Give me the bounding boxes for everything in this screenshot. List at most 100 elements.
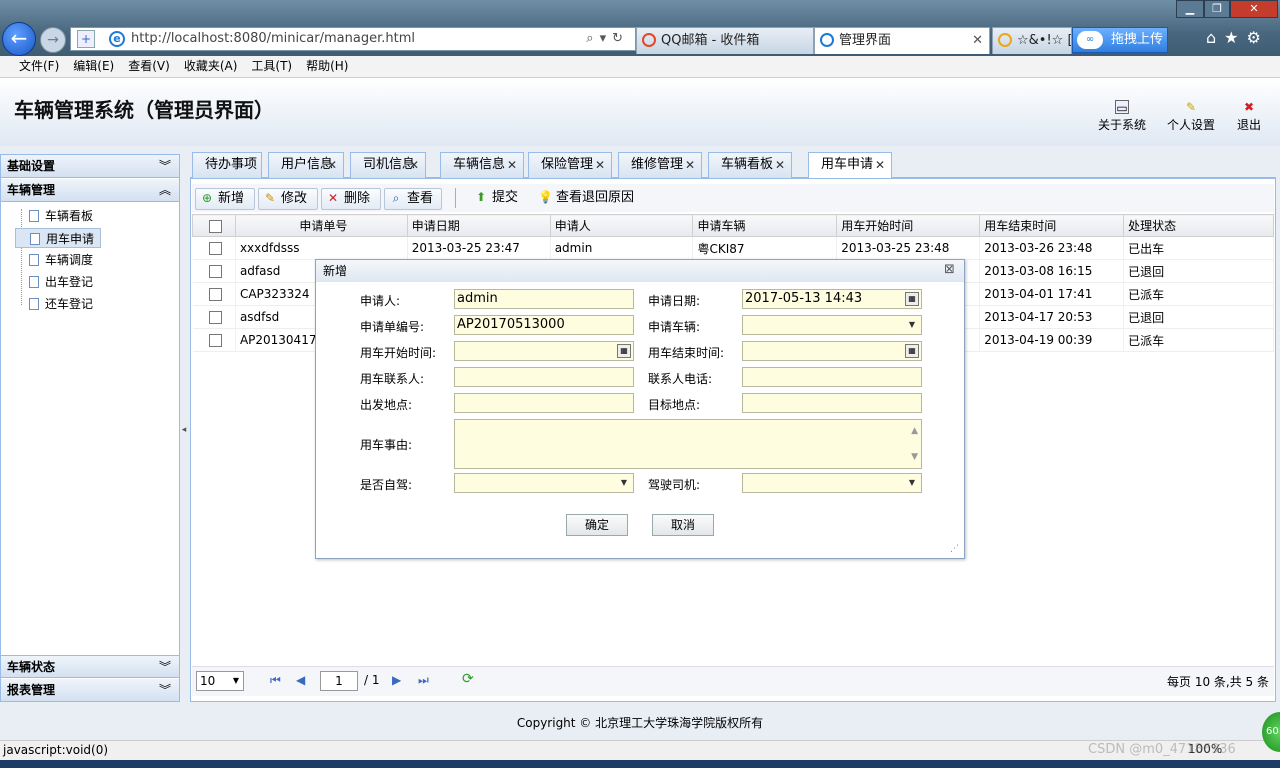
address-url[interactable]: http://localhost:8080/minicar/manager.ht… [131, 31, 415, 46]
tab-driver-info[interactable]: 司机信息 ✕ [350, 152, 426, 178]
menu-file[interactable]: 文件(F) [12, 56, 66, 77]
browser-tab-manager[interactable]: 管理界面 ✕ [814, 27, 990, 54]
menu-help[interactable]: 帮助(H) [299, 56, 355, 77]
applicant-field[interactable]: admin [454, 289, 634, 309]
chevron-down-icon[interactable]: ︾ [159, 656, 171, 678]
menu-edit[interactable]: 编辑(E) [66, 56, 121, 77]
edit-button[interactable]: ✎ 修改 [258, 188, 318, 210]
calendar-icon[interactable]: ▦ [617, 344, 631, 358]
confirm-button[interactable]: 确定 [566, 514, 628, 536]
select-all-header[interactable] [192, 214, 236, 237]
browser-top-icons[interactable]: ⌂★⚙ [1206, 28, 1276, 50]
personal-settings-button[interactable]: ✎ 个人设置 [1164, 100, 1218, 133]
row-select[interactable] [192, 328, 236, 352]
column-header[interactable]: 申请人 [549, 214, 694, 237]
minimize-icon[interactable]: ▁ [1176, 0, 1204, 18]
tab-insurance[interactable]: 保险管理 ✕ [528, 152, 612, 178]
logout-button[interactable]: ✖ 退出 [1234, 100, 1264, 133]
start-time-field[interactable]: ▦ [454, 341, 634, 361]
departure-field[interactable] [454, 393, 634, 413]
menu-tools[interactable]: 工具(T) [244, 56, 299, 77]
next-page-icon[interactable]: ▶ [392, 673, 401, 687]
close-icon[interactable]: ✕ [409, 153, 419, 177]
sidebar-item-vehicle-board[interactable]: 车辆看板 [15, 206, 93, 226]
section-vehicle-management[interactable]: 车辆管理 ︽ [1, 179, 179, 202]
self-drive-select[interactable]: ▼ [454, 473, 634, 493]
tab-todo[interactable]: 待办事项 [192, 152, 262, 178]
apply-date-field[interactable]: 2017-05-13 14:43 ▦ [742, 289, 922, 309]
chevron-down-icon[interactable]: ︾ [159, 155, 171, 177]
checkbox[interactable] [209, 311, 223, 324]
close-icon[interactable]: ✕ [507, 153, 517, 177]
checkbox[interactable] [209, 288, 223, 301]
destination-field[interactable] [742, 393, 922, 413]
tab-car-application[interactable]: 用车申请 ✕ [808, 152, 892, 179]
dropdown-arrow-icon[interactable]: ▼ [903, 474, 921, 492]
last-page-icon[interactable]: ⏭ [418, 673, 429, 688]
contact-field[interactable] [454, 367, 634, 387]
dropdown-arrow-icon[interactable]: ▼ [615, 474, 633, 492]
tab-vehicle-board[interactable]: 车辆看板 ✕ [708, 152, 792, 178]
collapse-splitter-icon[interactable]: ◂ [180, 410, 188, 450]
page-size-select[interactable]: 10 ▼ [196, 671, 244, 691]
refresh-icon[interactable]: ⟳ [462, 671, 474, 687]
sidebar-item-departure-register[interactable]: 出车登记 [15, 272, 93, 292]
cancel-button[interactable]: 取消 [652, 514, 714, 536]
close-icon[interactable]: ⊠ [944, 262, 955, 277]
vehicle-select[interactable]: ▼ [742, 315, 922, 335]
forward-button[interactable]: → [40, 27, 66, 53]
row-select[interactable] [192, 236, 236, 260]
end-time-field[interactable]: ▦ [742, 341, 922, 361]
checkbox[interactable] [209, 219, 223, 233]
address-bar[interactable]: + e http://localhost:8080/minicar/manage… [70, 27, 636, 51]
column-header[interactable]: 申请车辆 [692, 214, 838, 237]
close-window-icon[interactable]: ✕ [1230, 0, 1278, 18]
address-tools-icon[interactable]: ⌕▾↻ [586, 28, 629, 50]
close-icon[interactable]: ✕ [685, 153, 695, 177]
row-select[interactable] [192, 259, 236, 283]
column-header[interactable]: 用车结束时间 [979, 214, 1125, 237]
column-header[interactable]: 申请日期 [406, 214, 551, 237]
column-header[interactable]: 处理状态 [1123, 214, 1274, 237]
column-header[interactable]: 申请单号 [234, 214, 408, 237]
close-tab-icon[interactable]: ✕ [972, 28, 983, 54]
view-button[interactable]: ⌕ 查看 [384, 188, 442, 210]
browser-tab-qqmail[interactable]: QQ邮箱 - 收件箱 [636, 27, 814, 54]
column-header[interactable]: 用车开始时间 [836, 214, 981, 237]
menu-favorites[interactable]: 收藏夹(A) [177, 56, 245, 77]
submit-button[interactable]: ⬆ 提交 [470, 188, 526, 210]
section-report-management[interactable]: 报表管理 ︾ [1, 679, 179, 702]
close-icon[interactable]: ✕ [327, 153, 337, 177]
first-page-icon[interactable]: ⏮ [270, 673, 281, 688]
close-icon[interactable]: ✕ [595, 153, 605, 177]
scroll-up-icon[interactable]: ▲ [911, 422, 918, 440]
table-row[interactable]: xxxdfdsss 2013-03-25 23:47 admin 粤CKI87 2013… [192, 236, 1274, 260]
section-basic-settings[interactable]: 基础设置 ︾ [1, 155, 179, 178]
sidebar-item-car-application[interactable]: 用车申请 [15, 228, 101, 248]
zoom-level[interactable]: 100% [1188, 742, 1222, 756]
calendar-icon[interactable]: ▦ [905, 292, 919, 306]
chevron-up-icon[interactable]: ︽ [159, 179, 171, 201]
contact-phone-field[interactable] [742, 367, 922, 387]
checkbox[interactable] [209, 242, 223, 255]
dropdown-arrow-icon[interactable]: ▼ [903, 316, 921, 334]
add-button[interactable]: ⊕ 新增 [195, 188, 255, 210]
form-no-field[interactable]: AP20170513000 [454, 315, 634, 335]
checkbox[interactable] [209, 265, 223, 278]
sidebar-item-vehicle-dispatch[interactable]: 车辆调度 [15, 250, 93, 270]
section-vehicle-status[interactable]: 车辆状态 ︾ [1, 655, 179, 678]
row-select[interactable] [192, 282, 236, 306]
view-return-reason-button[interactable]: 💡 查看退回原因 [534, 188, 634, 210]
calendar-icon[interactable]: ▦ [905, 344, 919, 358]
row-select[interactable] [192, 305, 236, 329]
maximize-icon[interactable]: ❐ [1204, 0, 1230, 18]
delete-button[interactable]: ✕ 删除 [321, 188, 381, 210]
back-button[interactable]: ← [2, 22, 36, 56]
reason-textarea[interactable]: ▲ ▼ [454, 419, 922, 469]
drag-upload-button[interactable]: ∞ 拖拽上传 [1072, 27, 1168, 53]
resize-handle-icon[interactable]: ⋰ [950, 544, 959, 554]
tab-vehicle-info[interactable]: 车辆信息 ✕ [440, 152, 524, 178]
about-system-button[interactable]: ▭ 关于系统 [1096, 100, 1148, 133]
close-icon[interactable]: ✕ [775, 153, 785, 177]
tab-maintenance[interactable]: 维修管理 ✕ [618, 152, 702, 178]
